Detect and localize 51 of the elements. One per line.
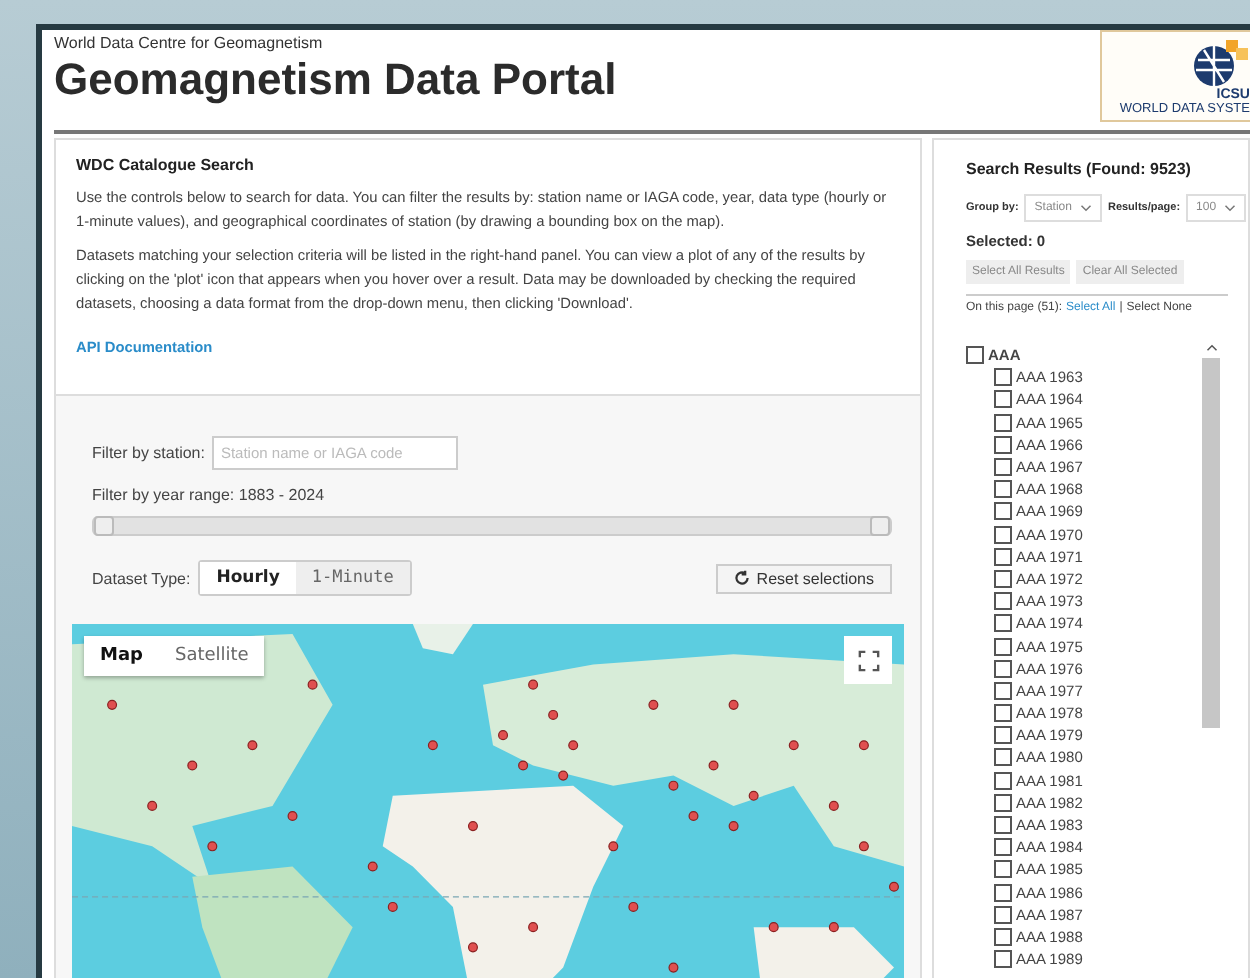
year-range-slider[interactable] bbox=[92, 516, 892, 536]
dataset-type-label: Dataset Type: bbox=[92, 569, 191, 587]
checkbox[interactable] bbox=[994, 838, 1012, 857]
checkbox[interactable] bbox=[994, 681, 1012, 700]
fullscreen-button[interactable] bbox=[844, 636, 892, 684]
page-title: Geomagnetism Data Portal bbox=[54, 52, 617, 108]
checkbox[interactable] bbox=[994, 368, 1012, 387]
checkbox[interactable] bbox=[994, 637, 1012, 656]
dataset-type-tab[interactable]: Hourly bbox=[200, 562, 296, 594]
results-title: Search Results (Found: 9523) bbox=[966, 160, 1193, 178]
checkbox[interactable] bbox=[994, 793, 1012, 812]
checkbox[interactable] bbox=[994, 458, 1012, 477]
reset-selections-button[interactable]: Reset selections bbox=[716, 563, 892, 593]
fullscreen-icon bbox=[857, 649, 879, 671]
checkbox[interactable] bbox=[994, 569, 1012, 588]
checkbox[interactable] bbox=[994, 614, 1012, 633]
checkbox[interactable] bbox=[994, 905, 1012, 924]
refresh-icon bbox=[734, 570, 751, 586]
checkbox[interactable] bbox=[994, 860, 1012, 879]
checkbox[interactable] bbox=[994, 413, 1012, 432]
checkbox[interactable] bbox=[994, 950, 1012, 969]
slider-handle[interactable] bbox=[94, 516, 114, 536]
checkbox[interactable] bbox=[994, 927, 1012, 946]
scrollbar-thumb[interactable] bbox=[1202, 358, 1220, 728]
checkbox[interactable] bbox=[994, 816, 1012, 835]
checkbox[interactable] bbox=[994, 525, 1012, 544]
checkbox[interactable] bbox=[994, 480, 1012, 499]
checkbox[interactable] bbox=[994, 592, 1012, 611]
year-range-label: Filter by year range: 1883 - 2024 bbox=[92, 486, 327, 504]
checkbox[interactable] bbox=[994, 771, 1012, 790]
scroll-up-icon[interactable] bbox=[1205, 344, 1217, 352]
checkbox[interactable] bbox=[994, 883, 1012, 902]
caret-icon bbox=[1079, 204, 1092, 212]
map-type-tab[interactable]: Satellite bbox=[158, 636, 265, 676]
checkbox[interactable] bbox=[994, 726, 1012, 745]
checkbox[interactable] bbox=[994, 435, 1012, 454]
site-subtitle: World Data Centre for Geomagnetism bbox=[54, 34, 325, 52]
caret-icon bbox=[1224, 204, 1237, 212]
dataset-type-tab[interactable]: 1-Minute bbox=[295, 562, 410, 594]
section-heading: WDC Catalogue Search bbox=[76, 156, 256, 174]
checkbox[interactable] bbox=[994, 748, 1012, 767]
checkbox[interactable] bbox=[966, 346, 984, 365]
checkbox[interactable] bbox=[994, 704, 1012, 723]
slider-handle[interactable] bbox=[870, 516, 890, 536]
station-filter-label: Filter by station: bbox=[92, 444, 205, 462]
checkbox[interactable] bbox=[994, 390, 1012, 409]
checkbox[interactable] bbox=[994, 547, 1012, 566]
map-type-tab[interactable]: Map bbox=[84, 636, 159, 676]
checkbox[interactable] bbox=[994, 502, 1012, 521]
checkbox[interactable] bbox=[994, 659, 1012, 678]
globe-logo-icon bbox=[1190, 36, 1250, 88]
